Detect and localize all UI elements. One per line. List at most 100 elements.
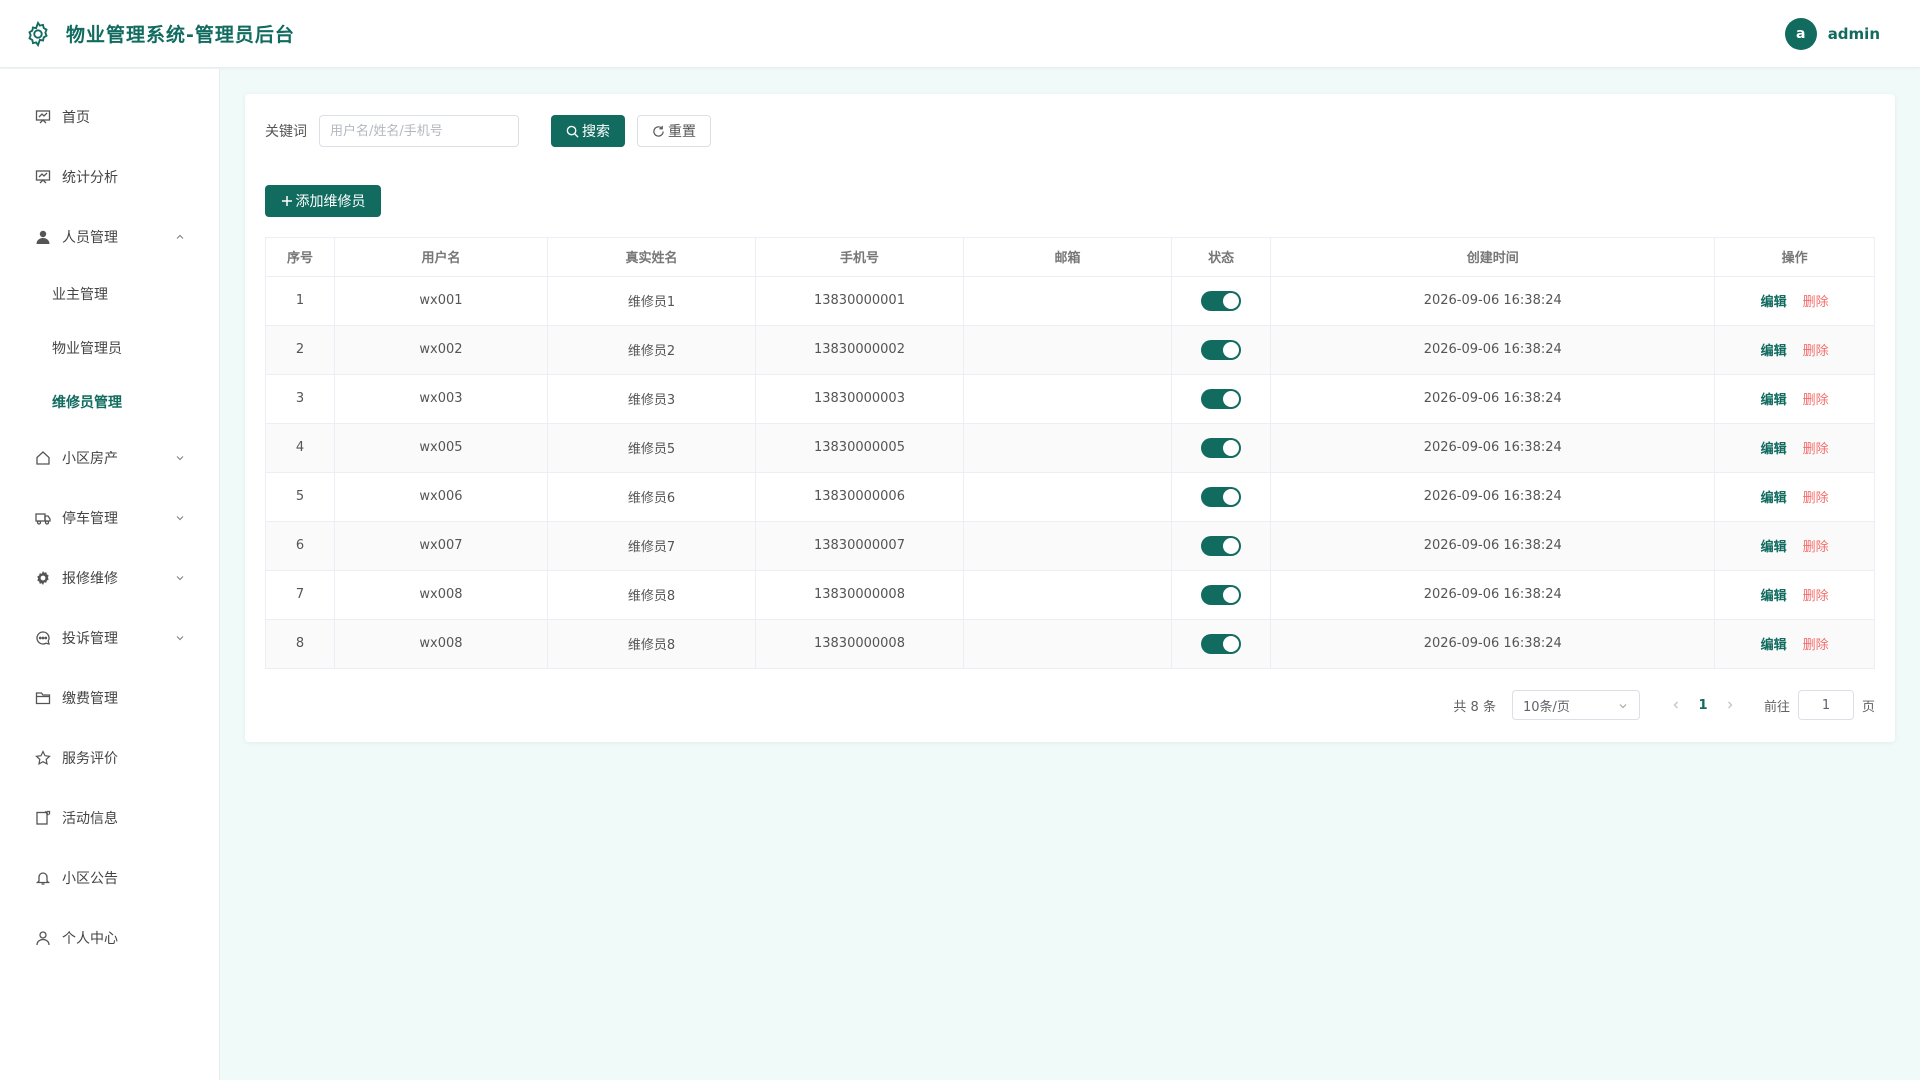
cell-created: 2026-09-06 16:38:24	[1270, 570, 1716, 620]
delete-link[interactable]: 删除	[1803, 491, 1829, 506]
prev-page-button[interactable]	[1664, 693, 1688, 717]
sidebar-item-personnel[interactable]: 人员管理	[0, 207, 220, 267]
cell-phone: 13830000007	[755, 521, 965, 571]
toggle-knob	[1223, 390, 1240, 407]
delete-link[interactable]: 删除	[1803, 295, 1829, 310]
delete-link[interactable]: 删除	[1803, 393, 1829, 408]
keyword-input[interactable]	[319, 115, 519, 147]
cell-status	[1171, 276, 1272, 326]
cell-index: 8	[266, 619, 336, 668]
status-toggle[interactable]	[1201, 388, 1242, 409]
sidebar-item-home[interactable]: 首页	[0, 87, 220, 147]
sidebar-subitem-label: 维修员管理	[52, 395, 122, 411]
cell-actions: 编辑 删除	[1714, 570, 1874, 620]
cell-phone: 13830000008	[755, 570, 965, 620]
delete-link[interactable]: 删除	[1803, 638, 1829, 653]
sidebar-item-complaints[interactable]: 投诉管理	[0, 608, 220, 668]
edit-link[interactable]: 编辑	[1761, 491, 1787, 506]
edit-link[interactable]: 编辑	[1761, 540, 1787, 555]
status-toggle[interactable]	[1201, 290, 1242, 311]
delete-link[interactable]: 删除	[1803, 344, 1829, 359]
user-menu[interactable]: a admin	[1784, 17, 1880, 50]
sidebar: 首页 统计分析 人员管理 业主管理 物业管理员 维修员管理 小区房产 停车管理 …	[0, 69, 220, 1080]
cell-index: 7	[266, 570, 336, 620]
table-row: 3 wx003 维修员3 13830000003 2026-09-06 16:3…	[266, 374, 1874, 424]
cell-realname: 维修员2	[547, 325, 756, 375]
cell-email	[963, 570, 1173, 620]
total-count: 共 8 条	[1453, 699, 1496, 715]
page-size-value: 10条/页	[1522, 699, 1570, 715]
cell-username: wx002	[334, 325, 548, 375]
col-header-username: 用户名	[334, 238, 548, 277]
sidebar-item-repair[interactable]: 报修维修	[0, 548, 220, 608]
status-toggle[interactable]	[1201, 437, 1242, 458]
username[interactable]: admin	[1828, 25, 1880, 43]
star-icon	[34, 749, 52, 767]
sidebar-item-housing[interactable]: 小区房产	[0, 428, 220, 488]
sidebar-subitem-owners[interactable]: 业主管理	[0, 267, 220, 321]
chevron-up-icon	[174, 231, 186, 243]
chevron-down-icon	[174, 632, 186, 644]
search-button[interactable]: 搜索	[551, 115, 625, 147]
table-row: 8 wx008 维修员8 13830000008 2026-09-06 16:3…	[266, 619, 1874, 668]
next-page-button[interactable]	[1718, 693, 1742, 717]
edit-link[interactable]: 编辑	[1761, 638, 1787, 653]
sidebar-item-payments[interactable]: 缴费管理	[0, 668, 220, 728]
edit-link[interactable]: 编辑	[1761, 344, 1787, 359]
sidebar-item-parking[interactable]: 停车管理	[0, 488, 220, 548]
avatar[interactable]: a	[1784, 17, 1817, 50]
status-toggle[interactable]	[1201, 339, 1242, 360]
cell-created: 2026-09-06 16:38:24	[1270, 521, 1716, 571]
cell-actions: 编辑 删除	[1714, 423, 1874, 473]
goto-page-input[interactable]	[1797, 690, 1854, 720]
cell-status	[1171, 521, 1272, 571]
delete-link[interactable]: 删除	[1803, 589, 1829, 604]
status-toggle[interactable]	[1201, 535, 1242, 556]
cell-status	[1171, 570, 1272, 620]
cell-email	[963, 325, 1173, 375]
refresh-icon	[652, 125, 665, 138]
delete-link[interactable]: 删除	[1803, 540, 1829, 555]
status-toggle[interactable]	[1201, 486, 1242, 507]
cell-actions: 编辑 删除	[1714, 521, 1874, 571]
edit-link[interactable]: 编辑	[1761, 393, 1787, 408]
edit-link[interactable]: 编辑	[1761, 295, 1787, 310]
cell-actions: 编辑 删除	[1714, 325, 1874, 375]
cell-created: 2026-09-06 16:38:24	[1270, 423, 1716, 473]
reset-button[interactable]: 重置	[637, 115, 711, 147]
sidebar-item-profile[interactable]: 个人中心	[0, 908, 220, 968]
chevron-down-icon	[174, 572, 186, 584]
cell-phone: 13830000005	[755, 423, 965, 473]
sidebar-subitem-property-admins[interactable]: 物业管理员	[0, 321, 220, 375]
delete-link[interactable]: 删除	[1803, 442, 1829, 457]
cell-email	[963, 374, 1173, 424]
col-header-actions: 操作	[1714, 238, 1874, 277]
folder-icon	[34, 689, 52, 707]
table-row: 6 wx007 维修员7 13830000007 2026-09-06 16:3…	[266, 521, 1874, 571]
repairman-table: 序号 用户名 真实姓名 手机号 邮箱 状态 创建时间 操作 1 wx001 维修…	[265, 237, 1875, 669]
app-title: 物业管理系统-管理员后台	[66, 24, 295, 46]
sidebar-subitem-repairmen[interactable]: 维修员管理	[0, 375, 220, 429]
sidebar-item-label: 投诉管理	[62, 631, 118, 647]
status-toggle[interactable]	[1201, 584, 1242, 605]
sidebar-item-activities[interactable]: 活动信息	[0, 788, 220, 848]
add-repairman-button[interactable]: 添加维修员	[265, 185, 381, 217]
bell-icon	[34, 869, 52, 887]
toggle-knob	[1223, 635, 1240, 652]
goto-unit: 页	[1861, 699, 1875, 715]
table-row: 2 wx002 维修员2 13830000002 2026-09-06 16:3…	[266, 325, 1874, 375]
search-button-label: 搜索	[582, 124, 610, 140]
edit-link[interactable]: 编辑	[1761, 442, 1787, 457]
cell-email	[963, 619, 1173, 668]
page-number-current[interactable]: 1	[1688, 698, 1718, 713]
sidebar-item-reviews[interactable]: 服务评价	[0, 728, 220, 788]
reset-button-label: 重置	[668, 124, 696, 140]
status-toggle[interactable]	[1201, 633, 1242, 654]
toggle-knob	[1223, 537, 1240, 554]
sidebar-item-statistics[interactable]: 统计分析	[0, 147, 220, 207]
sidebar-item-announcements[interactable]: 小区公告	[0, 848, 220, 908]
col-header-created: 创建时间	[1270, 238, 1716, 277]
cell-username: wx008	[334, 570, 548, 620]
edit-link[interactable]: 编辑	[1761, 589, 1787, 604]
page-size-select[interactable]: 10条/页	[1511, 690, 1640, 720]
